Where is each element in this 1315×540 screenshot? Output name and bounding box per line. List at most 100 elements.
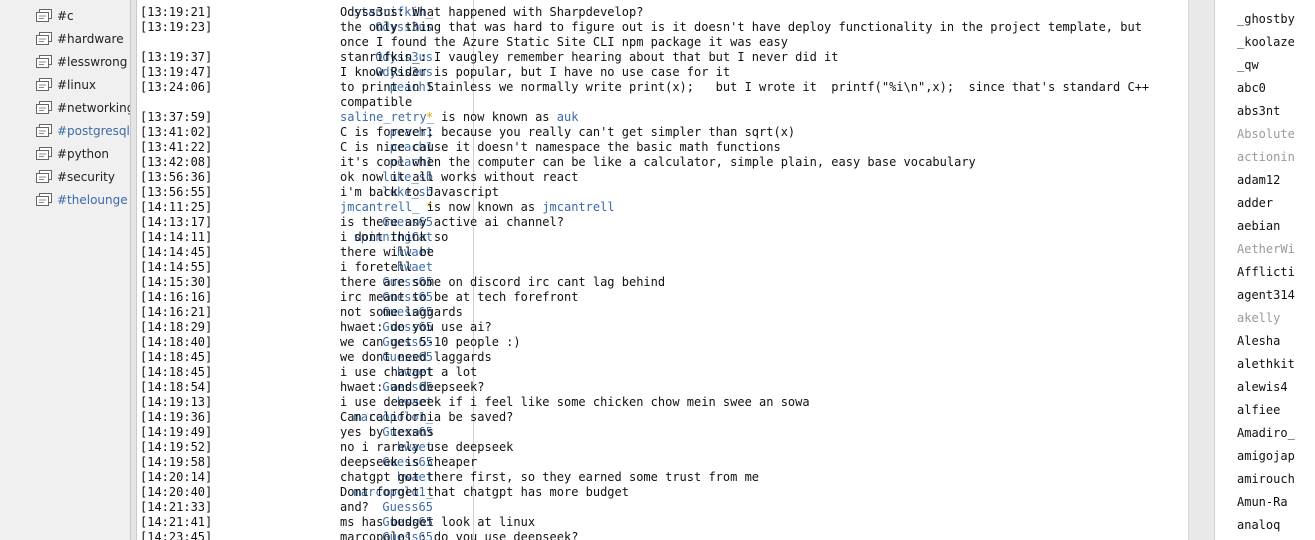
message-text: hwaet: and deepseek? [340,380,485,394]
timestamp: [14:18:45] [140,365,213,379]
user-list-item[interactable]: AetherWi [1237,240,1315,258]
timestamp: [14:19:36] [140,410,213,424]
timestamp: [14:21:41] [140,515,213,529]
message-text: ms has budget look at linux [340,515,536,529]
channel-item[interactable]: #networking [36,98,130,118]
user-list-item[interactable]: analoq [1237,516,1315,534]
timestamp: [13:41:22] [140,140,213,154]
message-text: i dont think so [340,230,449,244]
message-text: not some laggards [340,305,463,319]
message-text: C is forever; because you really can't g… [340,125,796,139]
user-list-item[interactable]: adam12 [1237,171,1315,189]
new-nick[interactable]: jmcantrell [542,200,614,214]
timestamp: [14:11:25] [140,200,213,214]
channel-item[interactable]: #security [36,167,130,187]
user-list-item[interactable]: amirouch [1237,470,1315,488]
nick-change-text: is now known as [433,110,557,124]
message-text: marcopolo1_: do you use deepseek? [340,530,579,540]
message-text: deepseek is cheaper [340,455,478,469]
message-text: i'm back to Javascript [340,185,499,199]
channel-name: #python [57,147,110,161]
timestamp: [14:15:30] [140,275,213,289]
channel-item[interactable]: #postgresql [36,121,130,141]
channel-item[interactable]: #hardware [36,29,130,49]
message-text: we dont need laggards [340,350,492,364]
timestamp: [13:19:21] [140,5,213,19]
user-list-item[interactable]: Afflicti [1237,263,1315,281]
user-list-item[interactable]: _qw [1237,56,1315,74]
message-text: to print in Stainless we normally write … [340,80,1157,109]
chat-log: [13:19:21] stanrifkin_ Odyss3us: What happ… [137,0,1188,540]
timestamp: [14:14:45] [140,245,213,259]
user-list-item[interactable]: amigojap [1237,447,1315,465]
message-text: ok now it all works without react [340,170,579,184]
channel-item[interactable]: #linux [36,75,130,95]
nick-change-text: is now known as [419,200,543,214]
user-list-item[interactable]: actionin [1237,148,1315,166]
old-nick[interactable]: jmcantrell_ [340,200,419,214]
user-list-item[interactable]: alewis4 [1237,378,1315,396]
message-text: C is nice cause it doesn't namespace the… [340,140,781,154]
user-list-item[interactable]: abs3nt [1237,102,1315,120]
message-text: is there any active ai channel? [340,215,564,229]
chat-bubble-icon [36,78,52,91]
timestamp: [14:16:16] [140,290,213,304]
user-list-item[interactable]: alfiee [1237,401,1315,419]
user-list-item[interactable]: akelly [1237,309,1315,327]
old-nick[interactable]: saline_retry_ [340,110,434,124]
message-text: Dont forget that chatgpt has more budget [340,485,629,499]
timestamp: [14:19:52] [140,440,213,454]
channel-item[interactable]: #python [36,144,130,164]
channel-name: #lesswrong [57,55,128,69]
timestamp: [14:13:17] [140,215,213,229]
chat-bubble-icon [36,193,52,206]
user-list-item[interactable]: Absolute [1237,125,1315,143]
chat-bubble-icon [36,32,52,45]
channel-name: #networking [57,101,130,115]
user-list-item[interactable]: agent314 [1237,286,1315,304]
chat-scrollbar[interactable] [1188,0,1214,540]
timestamp: [13:37:59] [140,110,213,124]
message-text: there will be [340,245,434,259]
timestamp: [14:23:45] [140,530,213,540]
channel-item[interactable]: #c [36,6,130,26]
user-list-item[interactable]: alethkit [1237,355,1315,373]
chat-bubble-icon [36,101,52,114]
message-text: I know Rider is popular, but I have no u… [340,65,731,79]
timestamp: [14:16:21] [140,305,213,319]
user-list-item[interactable]: adder [1237,194,1315,212]
timestamp: [13:56:36] [140,170,213,184]
message-text: it's cool when the computer can be like … [340,155,976,169]
message-text: i use deepseek if i feel like some chick… [340,395,810,409]
user-list-item[interactable]: Amun-Ra [1237,493,1315,511]
channel-item[interactable]: #lesswrong [36,52,130,72]
timestamp: [13:19:47] [140,65,213,79]
user-list-item[interactable]: _koolaze [1237,33,1315,51]
timestamp: [14:19:49] [140,425,213,439]
sidebar-divider[interactable] [130,0,137,540]
timestamp: [13:19:23] [140,20,213,34]
timestamp: [14:21:33] [140,500,213,514]
timestamp: [13:24:06] [140,80,213,94]
timestamp: [14:18:45] [140,350,213,364]
message-text: saline_retry_ is now known as auk [340,110,1170,125]
new-nick[interactable]: auk [557,110,579,124]
user-list-item[interactable]: _ghostby [1237,10,1315,28]
timestamp: [13:41:02] [140,125,213,139]
message-text: we can get 5-10 people :) [340,335,521,349]
message-text: the only thing that was hard to figure o… [340,20,1150,49]
channel-item[interactable]: #thelounge [36,190,130,210]
channel-name: #c [57,9,74,23]
user-list-item[interactable]: Alesha [1237,332,1315,350]
user-list-item[interactable]: Amadiro_ [1237,424,1315,442]
timestamp: [14:19:13] [140,395,213,409]
timestamp: [14:18:54] [140,380,213,394]
message-text: stanrifkin_: I vaugley remember hearing … [340,50,839,64]
chat-bubble-icon [36,124,52,137]
chat-bubble-icon [36,55,52,68]
user-list-item[interactable]: abc0 [1237,79,1315,97]
user-list-item[interactable]: aebian [1237,217,1315,235]
timestamp: [14:14:55] [140,260,213,274]
message-text: i foretell [340,260,413,274]
chat-bubble-icon [36,170,52,183]
